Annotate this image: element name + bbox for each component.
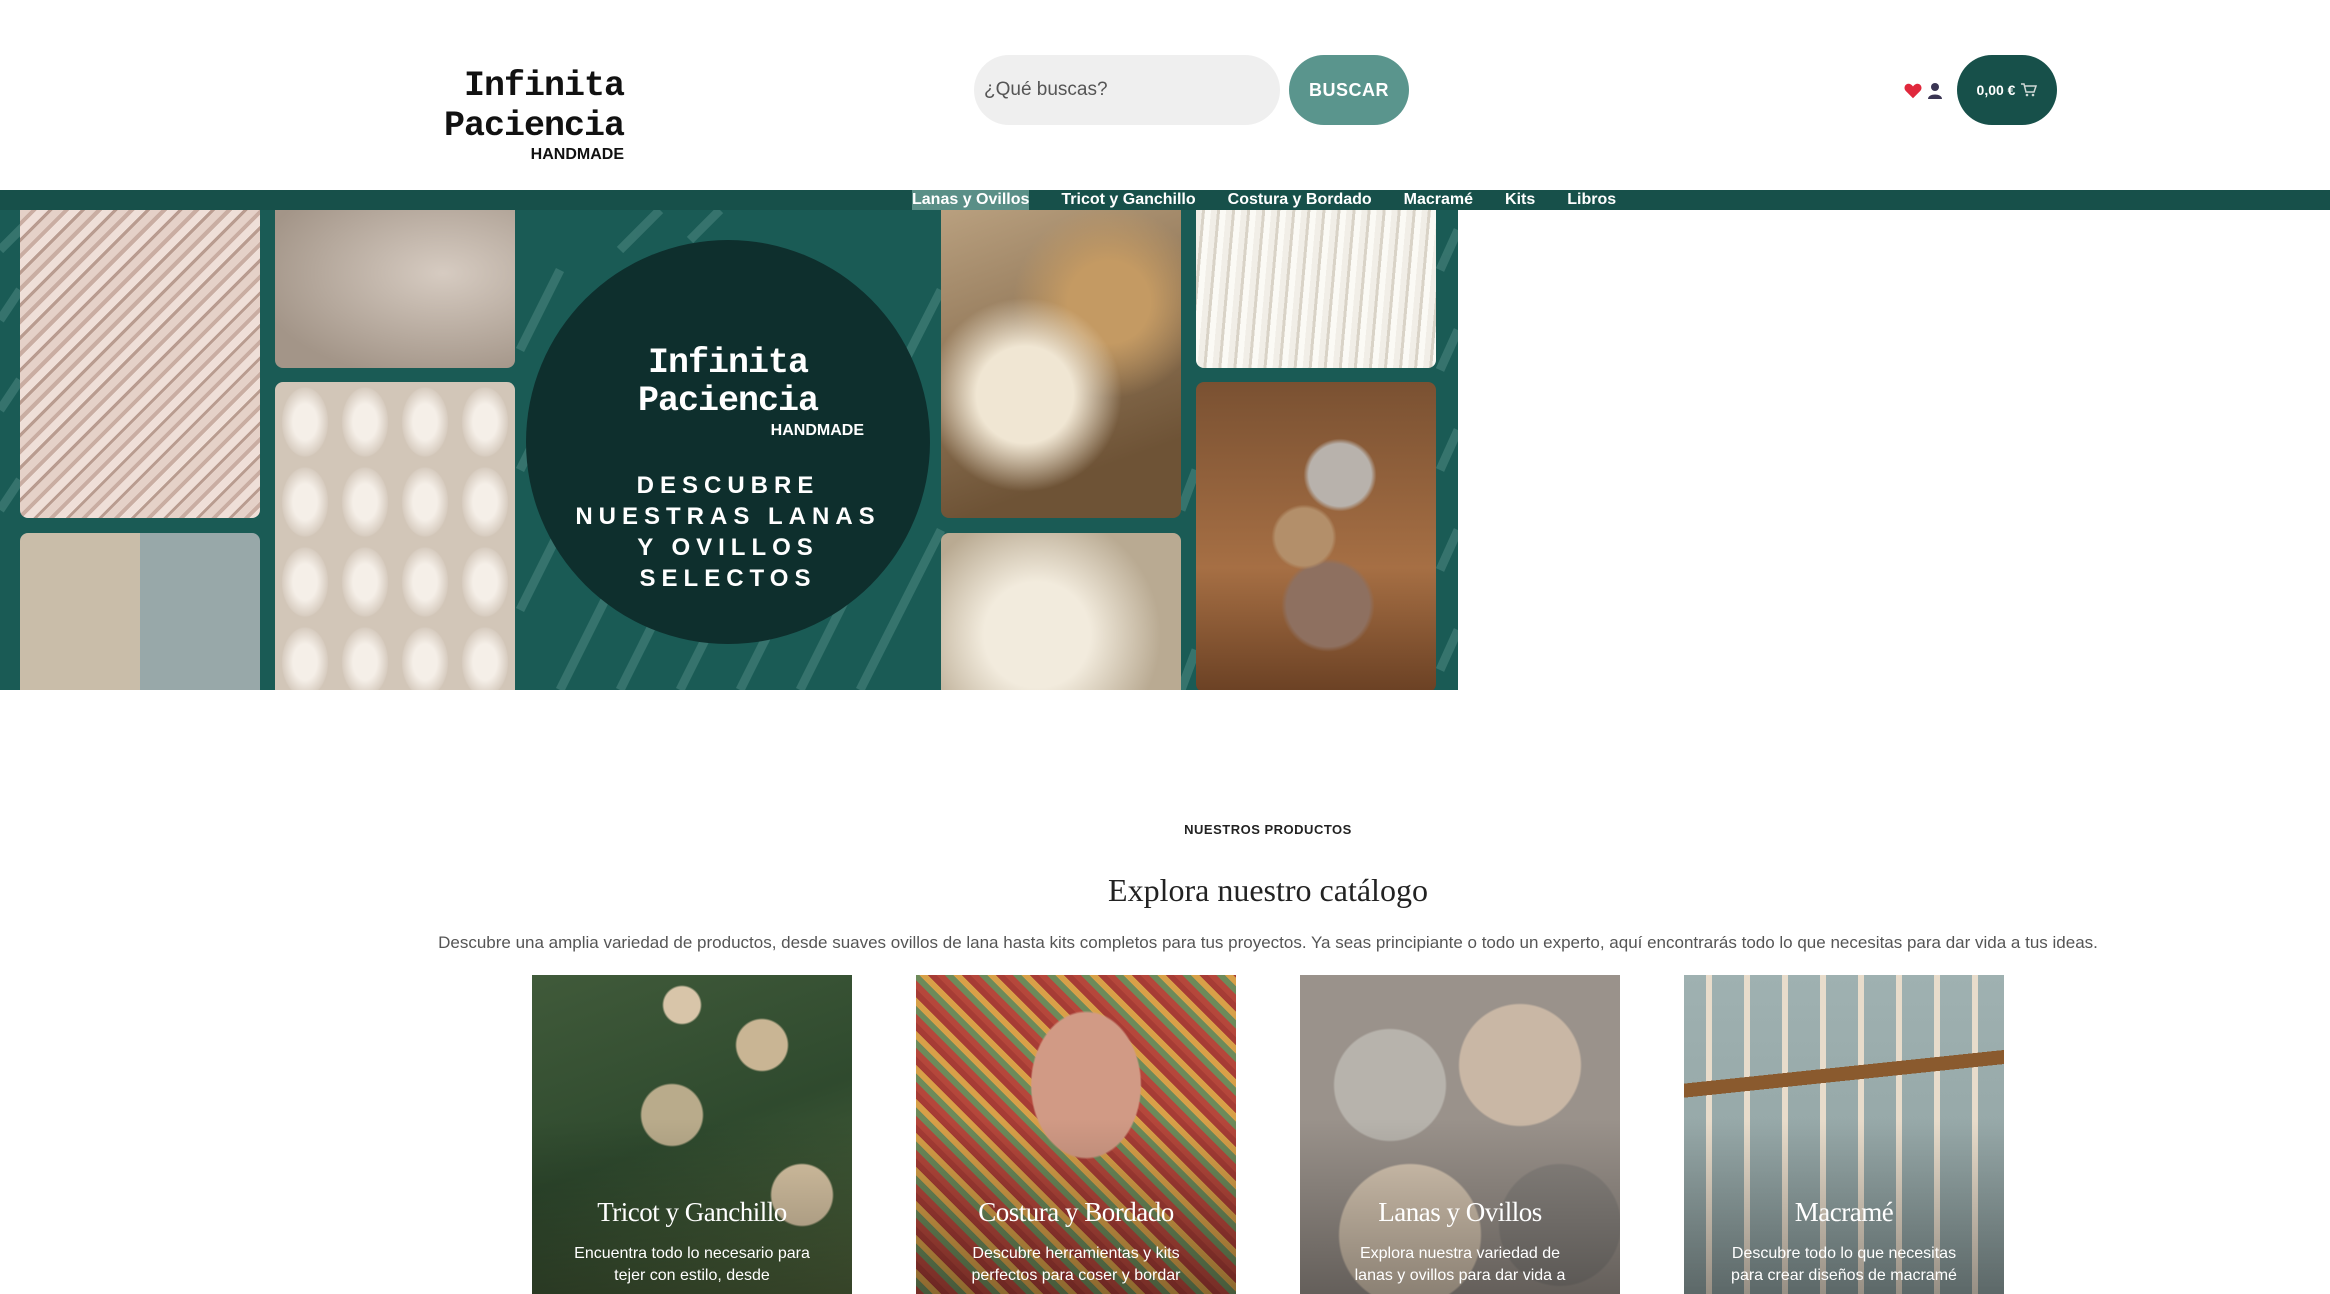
hero-logo-subtitle: HANDMADE: [770, 422, 864, 439]
card-description: Descubre todo lo que necesitas para crea…: [1731, 1245, 1957, 1284]
logo-title: Infinita Paciencia: [443, 66, 625, 146]
user-icon[interactable]: [1927, 82, 1943, 100]
hero-banner[interactable]: Infinita Paciencia HANDMADE DESCUBRE NUE…: [0, 210, 1458, 690]
main-nav: Lanas y Ovillos Tricot y Ganchillo Costu…: [0, 190, 2330, 210]
card-description: Explora nuestra variedad de lanas y ovil…: [1354, 1245, 1566, 1284]
hero-image-fringe: [1196, 210, 1436, 368]
hero-circle: Infinita Paciencia HANDMADE DESCUBRE NUE…: [526, 240, 930, 644]
card-title: Costura y Bordado: [978, 1197, 1174, 1227]
search-button[interactable]: BUSCAR: [1289, 55, 1409, 125]
card-title: Tricot y Ganchillo: [597, 1197, 787, 1227]
hero-image-rope: [20, 210, 260, 518]
card-description: Encuentra todo lo necesario para tejer c…: [574, 1245, 810, 1284]
nav-item-lanas-y-ovillos[interactable]: Lanas y Ovillos: [912, 190, 1030, 210]
nav-item-tricot-y-ganchillo[interactable]: Tricot y Ganchillo: [1061, 190, 1195, 210]
hero-image-yarn-on-wood: [1196, 382, 1436, 690]
hero-image-chunky-knit: [275, 382, 515, 690]
nav-item-kits[interactable]: Kits: [1505, 190, 1535, 210]
nav-item-libros[interactable]: Libros: [1567, 190, 1616, 210]
hero-image-linen: [275, 210, 515, 368]
section-eyebrow: NUESTROS PRODUCTOS: [1184, 822, 1352, 837]
category-card-macrame[interactable]: Macramé Descubre todo lo que necesitas p…: [1684, 975, 2004, 1294]
cart-total: 0,00 €: [1976, 82, 2016, 98]
hero-image-spindles: [941, 210, 1181, 518]
nav-item-costura-y-bordado[interactable]: Costura y Bordado: [1228, 190, 1372, 210]
card-title: Lanas y Ovillos: [1378, 1197, 1542, 1227]
section-title: Explora nuestro catálogo: [1108, 872, 1428, 908]
section-description: Descubre una amplia variedad de producto…: [438, 933, 2098, 952]
category-card-costura-y-bordado[interactable]: Costura y Bordado Descubre herramientas …: [916, 975, 1236, 1294]
hero-image-fleece: [941, 533, 1181, 690]
category-card-lanas-y-ovillos[interactable]: Lanas y Ovillos Explora nuestra variedad…: [1300, 975, 1620, 1294]
heart-icon[interactable]: [1904, 82, 1922, 100]
cart-icon: [2021, 83, 2038, 97]
hero-logo-title: Infinita Paciencia: [637, 343, 819, 421]
category-card-tricot-y-ganchillo[interactable]: Tricot y Ganchillo Encuentra todo lo nec…: [532, 975, 852, 1294]
card-description: Descubre herramientas y kits perfectos p…: [971, 1245, 1181, 1284]
hero-image-yarn-balls: [20, 533, 260, 690]
nav-item-macrame[interactable]: Macramé: [1404, 190, 1473, 210]
search-input[interactable]: [974, 55, 1280, 125]
logo-subtitle: HANDMADE: [530, 146, 624, 163]
hero-tagline: DESCUBRE NUESTRAS LANAS Y OVILLOS SELECT…: [575, 472, 881, 592]
cart-button[interactable]: 0,00 €: [1957, 55, 2057, 125]
site-logo[interactable]: Infinita Paciencia HANDMADE: [334, 66, 625, 164]
card-title: Macramé: [1794, 1197, 1894, 1227]
